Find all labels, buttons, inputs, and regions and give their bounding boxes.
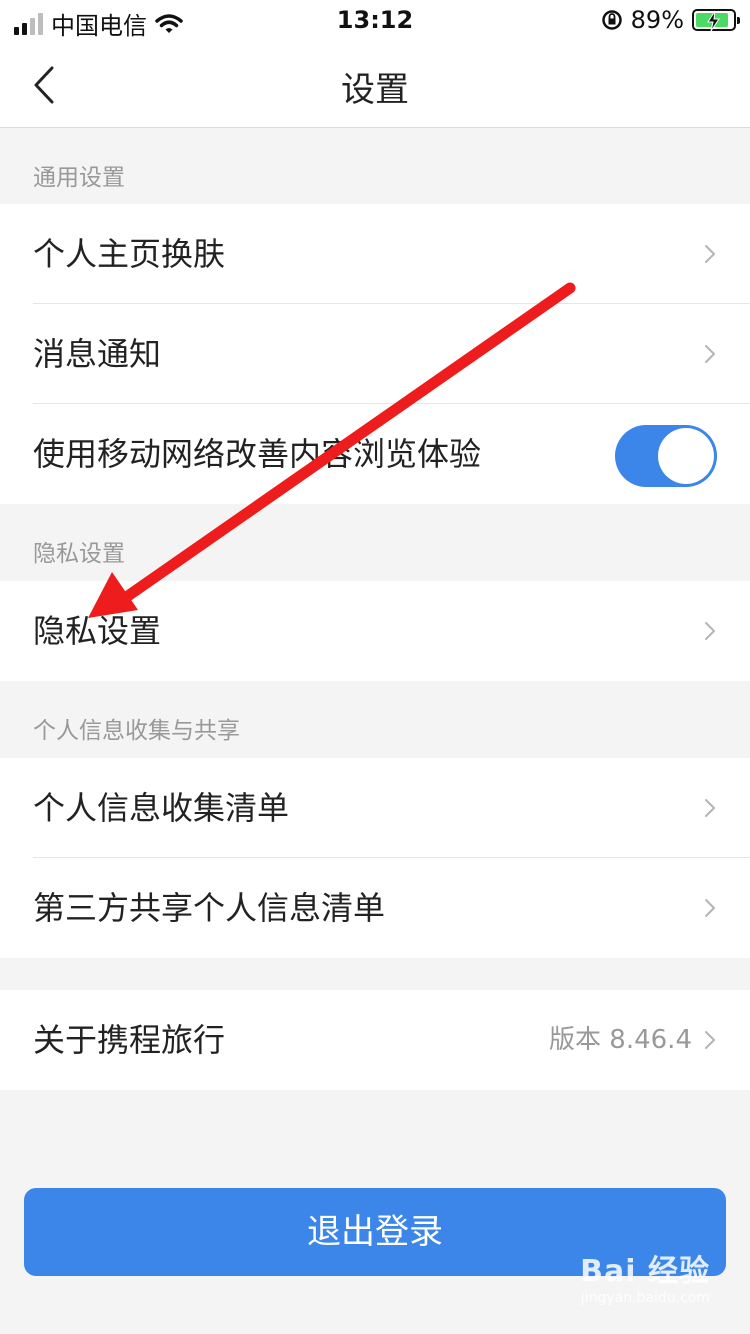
settings-item-third-party-sharing[interactable]: 第三方共享个人信息清单 [0, 858, 750, 958]
settings-item-label: 关于携程旅行 [33, 1021, 226, 1059]
mobile-network-toggle[interactable] [615, 425, 717, 487]
chevron-right-icon [705, 1031, 715, 1049]
chevron-right-icon [705, 799, 715, 817]
settings-item-label: 隐私设置 [33, 612, 162, 650]
nav-bar: 设置 [0, 42, 750, 128]
settings-item-about[interactable]: 关于携程旅行 版本 8.46.4 [0, 990, 750, 1090]
section-header-privacy: 隐私设置 [33, 541, 125, 567]
section-header-general: 通用设置 [33, 165, 125, 191]
settings-item-label: 个人主页换肤 [33, 235, 226, 273]
baidu-watermark: Bai 经验 jingyan.baidu.com [580, 1246, 710, 1306]
watermark-logo: Bai 经验 [580, 1254, 710, 1289]
status-right: 89% [601, 6, 740, 34]
settings-item-notifications[interactable]: 消息通知 [0, 304, 750, 404]
chevron-right-icon [705, 245, 715, 263]
toggle-knob [658, 428, 714, 484]
settings-item-privacy[interactable]: 隐私设置 [0, 581, 750, 681]
battery-icon [692, 9, 740, 32]
settings-item-mobile-network: 使用移动网络改善内容浏览体验 [0, 404, 750, 504]
watermark-url: jingyan.baidu.com [580, 1290, 710, 1306]
chevron-right-icon [705, 899, 715, 917]
status-bar: 中国电信 13:12 89% [0, 0, 750, 42]
page-title: 设置 [341, 70, 409, 110]
chevron-right-icon [705, 622, 715, 640]
settings-item-info-collection[interactable]: 个人信息收集清单 [0, 758, 750, 858]
version-label: 版本 8.46.4 [549, 1025, 692, 1055]
settings-item-profile-skin[interactable]: 个人主页换肤 [0, 204, 750, 304]
settings-item-label: 个人信息收集清单 [33, 789, 290, 827]
chevron-right-icon [705, 345, 715, 363]
section-header-personal-info: 个人信息收集与共享 [33, 718, 240, 744]
settings-item-label: 第三方共享个人信息清单 [33, 889, 386, 927]
battery-percent: 89% [630, 6, 684, 34]
rotation-lock-icon [601, 10, 622, 30]
settings-item-label: 消息通知 [33, 335, 162, 373]
settings-item-label: 使用移动网络改善内容浏览体验 [33, 435, 482, 473]
